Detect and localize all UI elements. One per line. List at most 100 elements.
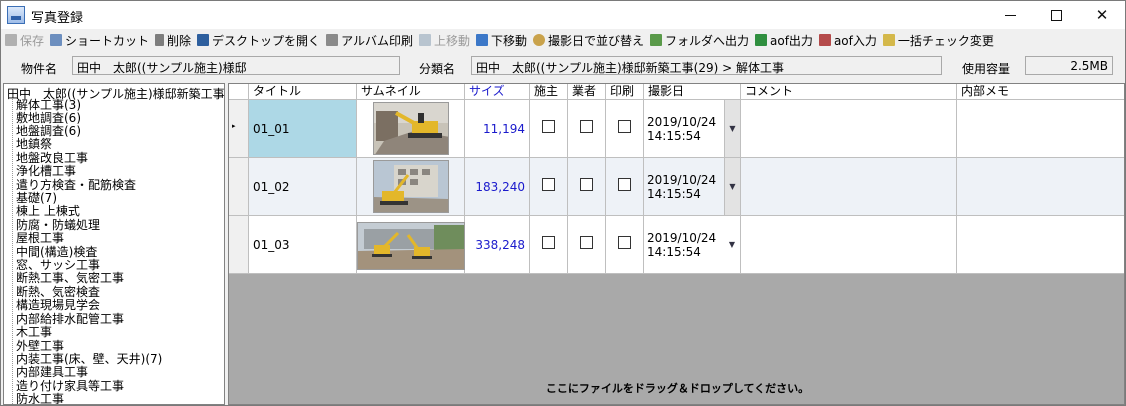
print-check-cell [606, 158, 644, 215]
print-checkbox[interactable] [618, 236, 631, 249]
date-cell[interactable]: 2019/10/24 14:15:54 ▼ [644, 158, 741, 215]
chevron-down-icon: ▼ [729, 181, 736, 191]
column-header-date[interactable]: 撮影日 [644, 84, 741, 100]
tree-node[interactable]: 防水工事 [16, 393, 64, 405]
tree-node[interactable]: 地鎮祭 [16, 138, 52, 151]
column-header-owner[interactable]: 施主 [530, 84, 568, 100]
tree-node[interactable]: 棟上 上棟式 [16, 205, 80, 218]
date-cell[interactable]: 2019/10/24 14:15:54 ▼ [644, 100, 741, 157]
app-icon [7, 6, 25, 24]
column-header-title[interactable]: タイトル [249, 84, 357, 100]
move-up-label: 上移動 [433, 33, 470, 48]
owner-checkbox[interactable] [542, 120, 555, 133]
date-dropdown-button[interactable]: ▼ [724, 216, 740, 273]
owner-checkbox[interactable] [542, 178, 555, 191]
size-cell: 11,194 [465, 100, 530, 157]
column-header-comment[interactable]: コメント [741, 84, 957, 100]
desktop-icon [197, 34, 210, 46]
save-label: 保存 [20, 33, 45, 48]
export-folder-button[interactable]: フォルダへ出力 [648, 30, 753, 50]
contractor-checkbox[interactable] [580, 178, 593, 191]
thumbnail-cell[interactable] [357, 216, 465, 273]
aof-output-button[interactable]: aof出力 [753, 30, 817, 50]
print-checkbox[interactable] [618, 178, 631, 191]
row-selector[interactable] [229, 158, 249, 215]
aof-input-icon [818, 34, 831, 46]
printer-icon [326, 34, 339, 46]
title-cell[interactable]: 01_01 [249, 100, 357, 157]
chevron-down-icon: ▼ [729, 123, 736, 133]
title-cell[interactable]: 01_02 [249, 158, 357, 215]
title-cell[interactable]: 01_03 [249, 216, 357, 273]
photo-thumbnail [373, 102, 449, 155]
photo-grid[interactable]: タイトル サムネイル サイズ 施主 業者 印刷 撮影日 コメント 内部メモ ▸ … [228, 83, 1125, 405]
column-header-thumbnail[interactable]: サムネイル [357, 84, 465, 100]
date-cell[interactable]: 2019/10/24 14:15:54 ▼ [644, 216, 741, 273]
open-desktop-label: デスクトップを開く [212, 33, 321, 48]
current-row-arrow-icon: ▸ [232, 122, 236, 130]
tree-guide-line [12, 98, 13, 404]
sort-by-date-button[interactable]: 撮影日で並び替え [531, 30, 648, 50]
column-header-size[interactable]: サイズ [465, 84, 530, 100]
table-row[interactable]: 01_03 338,248 2019/10/24 14:15:54 ▼ [229, 216, 1124, 274]
date-dropdown-button[interactable]: ▼ [724, 100, 740, 157]
property-name-field: 田中 太郎((サンプル施主)様邸 [72, 56, 400, 75]
tree-node[interactable]: 木工事 [16, 326, 52, 339]
tree-node[interactable]: 内部建具工事 [16, 366, 88, 379]
row-selector[interactable] [229, 216, 249, 273]
table-row[interactable]: 01_02 183,240 2019/10/24 14:15:54 ▼ [229, 158, 1124, 216]
thumbnail-cell[interactable] [357, 100, 465, 157]
row-selector[interactable]: ▸ [229, 100, 249, 157]
column-header-print[interactable]: 印刷 [606, 84, 644, 100]
move-down-label: 下移動 [490, 33, 527, 48]
minimize-icon [1004, 14, 1016, 16]
category-name-field: 田中 太郎((サンプル施主)様邸新築工事(29) > 解体工事 [471, 56, 942, 75]
aof-output-icon [755, 34, 768, 46]
delete-button[interactable]: 削除 [153, 30, 195, 50]
move-down-button[interactable]: 下移動 [474, 30, 531, 50]
column-header-contractor[interactable]: 業者 [568, 84, 606, 100]
photo-thumbnail [373, 160, 449, 213]
owner-checkbox[interactable] [542, 236, 555, 249]
column-header-memo[interactable]: 内部メモ [957, 84, 1124, 100]
date-dropdown-button[interactable]: ▼ [724, 158, 740, 215]
tree-node[interactable]: 断熱工事、気密工事 [16, 272, 124, 285]
close-button[interactable]: ✕ [1079, 1, 1125, 29]
move-up-button[interactable]: 上移動 [417, 30, 474, 50]
memo-cell[interactable] [957, 100, 1124, 157]
owner-check-cell [530, 216, 568, 273]
maximize-button[interactable] [1033, 1, 1079, 29]
shortcut-button[interactable]: ショートカット [48, 30, 153, 50]
tree-node[interactable]: 浄化槽工事 [16, 165, 76, 178]
contractor-checkbox[interactable] [580, 236, 593, 249]
close-icon: ✕ [1095, 6, 1109, 24]
shortcut-label: ショートカット [65, 33, 150, 48]
contractor-checkbox[interactable] [580, 120, 593, 133]
print-check-cell [606, 216, 644, 273]
aof-input-button[interactable]: aof入力 [817, 30, 881, 50]
save-icon [5, 34, 17, 46]
print-checkbox[interactable] [618, 120, 631, 133]
minimize-button[interactable] [987, 1, 1033, 29]
tree-node[interactable]: 屋根工事 [16, 232, 64, 245]
open-desktop-button[interactable]: デスクトップを開く [195, 30, 324, 50]
comment-cell[interactable] [741, 216, 957, 273]
thumbnail-cell[interactable] [357, 158, 465, 215]
export-folder-label: フォルダへ出力 [665, 33, 750, 48]
sort-by-date-label: 撮影日で並び替え [547, 33, 644, 48]
category-tree[interactable]: 田中 太郎((サンプル施主)様邸新築工事(2 解体工事(3) 敷地調査(6) 地… [3, 83, 225, 405]
comment-cell[interactable] [741, 100, 957, 157]
contractor-check-cell [568, 158, 606, 215]
tree-node[interactable]: 構造現場見学会 [16, 299, 100, 312]
table-row[interactable]: ▸ 01_01 11,194 2019/10/24 14:15:54 ▼ [229, 100, 1124, 158]
bulk-check-button[interactable]: 一括チェック変更 [881, 30, 998, 50]
contractor-check-cell [568, 100, 606, 157]
memo-cell[interactable] [957, 158, 1124, 215]
toolbar: 保存 ショートカット 削除 デスクトップを開く アルバム印刷 上移動 下移動 撮… [1, 29, 1125, 51]
album-print-button[interactable]: アルバム印刷 [324, 30, 417, 50]
window-title: 写真登録 [31, 11, 84, 26]
memo-cell[interactable] [957, 216, 1124, 273]
save-button[interactable]: 保存 [3, 30, 48, 50]
grid-header: タイトル サムネイル サイズ 施主 業者 印刷 撮影日 コメント 内部メモ [229, 84, 1124, 100]
comment-cell[interactable] [741, 158, 957, 215]
